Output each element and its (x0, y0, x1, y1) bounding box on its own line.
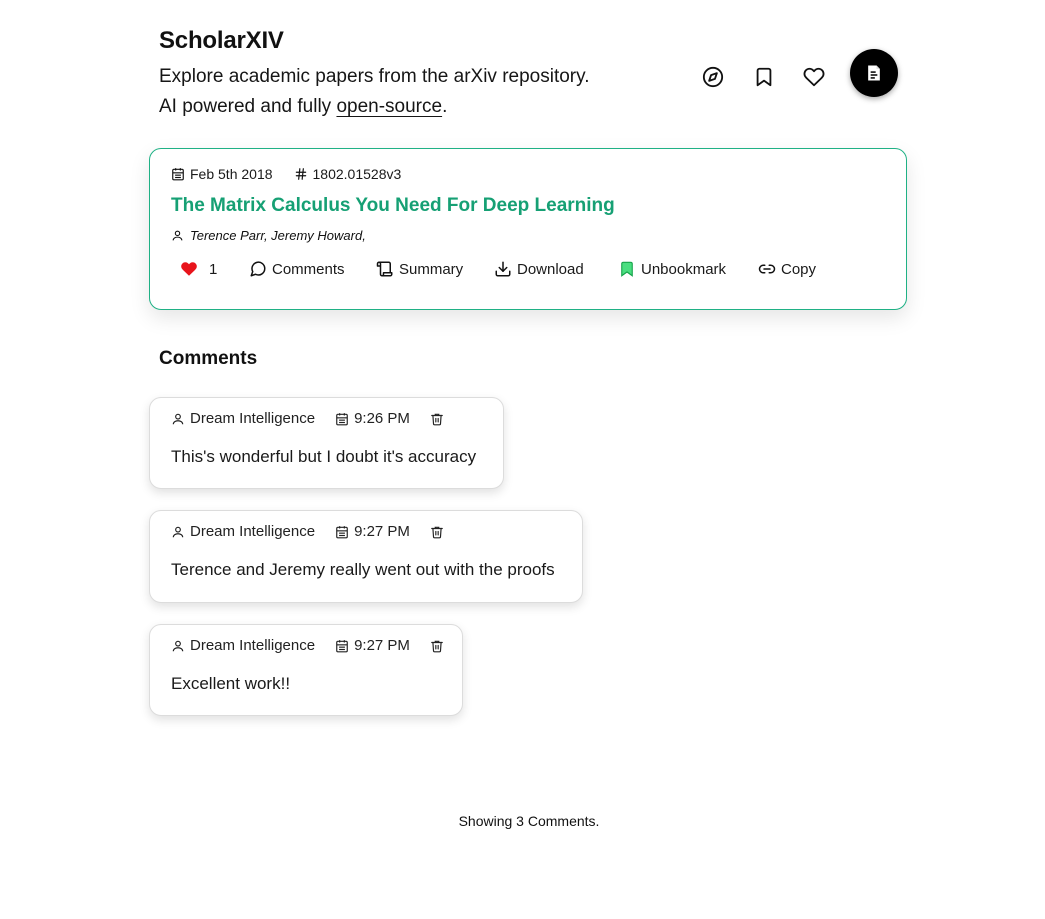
paper-authors: Terence Parr, Jeremy Howard, (171, 228, 366, 243)
comment-author-text: Dream Intelligence (190, 410, 316, 427)
tagline-prefix: AI powered and fully (159, 96, 337, 117)
paper-title[interactable]: The Matrix Calculus You Need For Deep Le… (171, 195, 615, 217)
comment-card: Dream Intelligence 9:26 PM This's wonder… (149, 397, 504, 489)
calendar-icon (336, 412, 348, 425)
comment-meta: Dream Intelligence 9:27 PM (171, 523, 449, 540)
trash-icon (431, 413, 443, 425)
download-button[interactable]: Download (494, 260, 584, 278)
comments-count-status: Showing 3 Comments. (458, 813, 600, 829)
unbookmark-button[interactable]: Unbookmark (618, 260, 726, 278)
user-icon (172, 640, 184, 651)
bookmark-filled-icon (621, 261, 633, 277)
link-icon (758, 264, 776, 274)
compass-icon[interactable] (699, 63, 727, 91)
comment-author-text: Dream Intelligence (190, 637, 316, 654)
comment-time-text: 9:27 PM (354, 523, 410, 540)
tagline: Explore academic papers from the arXiv r… (159, 62, 590, 122)
comment-card: Dream Intelligence 9:27 PM Terence and J… (149, 510, 583, 603)
message-circle-icon (250, 261, 266, 277)
download-icon (495, 261, 511, 277)
delete-comment-button[interactable] (430, 639, 449, 653)
comments-button[interactable]: Comments (249, 260, 345, 278)
heart-icon[interactable] (800, 63, 828, 91)
comment-time-text: 9:26 PM (354, 410, 410, 427)
paper-authors-text: Terence Parr, Jeremy Howard, (190, 228, 366, 243)
tagline-suffix: . (442, 96, 448, 117)
user-icon (172, 230, 183, 241)
tagline-line-2: AI powered and fully open-source. (159, 92, 590, 122)
like-button[interactable]: 1 (180, 260, 217, 278)
comments-heading: Comments (159, 348, 258, 369)
copy-button[interactable]: Copy (758, 260, 816, 278)
comment-author: Dream Intelligence (171, 410, 315, 427)
user-icon (172, 413, 184, 424)
bookmark-icon[interactable] (750, 63, 778, 91)
comment-time: 9:26 PM (335, 410, 410, 427)
comment-text: Terence and Jeremy really went out with … (171, 560, 555, 579)
comment-time: 9:27 PM (335, 637, 410, 654)
copy-button-label: Copy (781, 260, 817, 278)
heart-filled-icon (181, 262, 197, 276)
comment-text: Excellent work!! (171, 674, 291, 693)
site-title: ScholarXIV (159, 27, 284, 54)
calendar-icon (336, 525, 348, 538)
calendar-icon (172, 168, 184, 181)
comment-card: Dream Intelligence 9:27 PM Excellent wor… (149, 624, 463, 716)
paper-date: Feb 5th 2018 (171, 166, 273, 182)
profile-avatar-icon[interactable] (850, 49, 898, 97)
trash-icon (431, 640, 443, 652)
comment-time: 9:27 PM (335, 523, 410, 540)
summary-button[interactable]: Summary (376, 260, 463, 278)
tagline-line-1: Explore academic papers from the arXiv r… (159, 66, 590, 87)
open-source-link[interactable]: open-source (336, 96, 442, 117)
delete-comment-button[interactable] (430, 412, 449, 426)
comment-meta: Dream Intelligence 9:26 PM (171, 410, 449, 427)
summary-button-label: Summary (399, 260, 464, 278)
like-count: 1 (209, 260, 218, 278)
document-logo-icon (868, 65, 880, 81)
user-icon (172, 526, 184, 537)
paper-meta: Feb 5th 2018 1802.01528v3 (171, 166, 401, 182)
comment-text: This's wonderful but I doubt it's accura… (171, 447, 477, 466)
trash-icon (431, 526, 443, 538)
delete-comment-button[interactable] (430, 525, 449, 539)
paper-id-text: 1802.01528v3 (312, 166, 402, 182)
comments-button-label: Comments (272, 260, 345, 278)
unbookmark-button-label: Unbookmark (641, 260, 727, 278)
comment-author-text: Dream Intelligence (190, 523, 316, 540)
calendar-icon (336, 639, 348, 652)
download-button-label: Download (517, 260, 584, 278)
scroll-icon (376, 261, 393, 277)
page: ScholarXIV Explore academic papers from … (0, 0, 1045, 919)
paper-date-text: Feb 5th 2018 (190, 166, 273, 182)
paper-card: Feb 5th 2018 1802.01528v3 The Matrix Cal… (149, 148, 907, 310)
comment-meta: Dream Intelligence 9:27 PM (171, 637, 449, 654)
comment-author: Dream Intelligence (171, 637, 315, 654)
comment-author: Dream Intelligence (171, 523, 315, 540)
comment-time-text: 9:27 PM (354, 637, 410, 654)
hash-icon (295, 168, 306, 180)
paper-id: 1802.01528v3 (294, 166, 402, 182)
